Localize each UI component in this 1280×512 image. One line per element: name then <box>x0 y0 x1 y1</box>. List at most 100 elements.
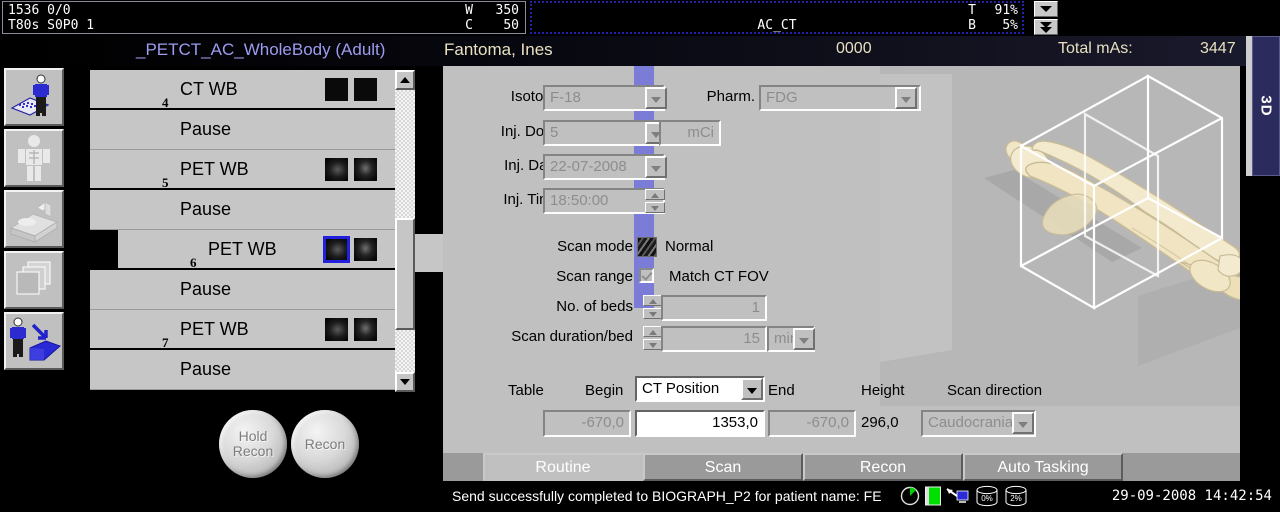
protocol-row[interactable]: Pause <box>90 350 395 390</box>
tab-3d-label: 3D <box>1257 95 1275 117</box>
scanner-console: 1536 0/0 T80s S0P0 1 W 350 C 50 AC_CT T … <box>0 0 1280 512</box>
protocol-row[interactable]: 4 CT WB <box>90 70 395 110</box>
patient-position-3d-view[interactable] <box>880 66 1240 406</box>
protocol-thumbnail[interactable] <box>325 318 348 341</box>
disk-usage-text: 0% <box>981 494 993 503</box>
protocol-list: 4 CT WB Pause 5 PET WB Pause 6 PET WB Pause 7 PET … <box>90 70 415 392</box>
dicom-line-1: 1536 0/0 <box>8 3 71 18</box>
header-scroll-down-button[interactable] <box>1034 1 1058 17</box>
network-host-icon[interactable] <box>946 486 970 506</box>
position-value-field[interactable]: 1353,0 <box>635 410 765 437</box>
scan-duration-field[interactable]: 15 <box>661 326 767 352</box>
sidebar-item-viewing[interactable] <box>4 251 64 309</box>
inj-time-spinner[interactable] <box>645 189 665 213</box>
spinner-up-icon[interactable] <box>643 326 663 337</box>
image-header-strip: 1536 0/0 T80s S0P0 1 W 350 C 50 AC_CT T … <box>0 0 1280 36</box>
patient-name: Fantoma, Ines <box>444 40 553 59</box>
recon-label: Recon <box>304 435 346 452</box>
isotope-dropdown-button[interactable] <box>645 87 667 109</box>
statusbar: Send successfully completed to BIOGRAPH_… <box>0 482 1280 512</box>
chevron-down-icon <box>651 166 661 172</box>
protocol-thumbnail[interactable] <box>325 78 348 101</box>
disk-usage-icon[interactable]: 0% <box>975 485 999 507</box>
spinner-down-icon[interactable] <box>643 339 663 350</box>
memory-bar-icon[interactable] <box>925 486 941 506</box>
header-scroll-end-button[interactable] <box>1034 19 1058 35</box>
protocol-row[interactable]: 5 PET WB <box>90 150 395 190</box>
protocol-row[interactable]: 7 PET WB <box>90 310 395 350</box>
recon-button[interactable]: Recon <box>291 410 359 478</box>
tab-recon[interactable]: Recon <box>803 453 963 481</box>
protocol-row[interactable]: Pause <box>90 270 395 310</box>
protocol-row-label: Pause <box>180 199 232 219</box>
patient-registration-icon <box>10 74 50 116</box>
begin-mode-dropdown-button[interactable] <box>741 378 763 400</box>
spinner-down-icon[interactable] <box>645 202 665 213</box>
bottom-value: 5% <box>1002 18 1018 33</box>
scan-duration-spinner[interactable] <box>643 326 663 350</box>
list-scroll-down-button[interactable] <box>395 372 415 392</box>
tab-3d[interactable]: 3D <box>1252 36 1280 176</box>
protocol-thumbnail[interactable] <box>354 318 377 341</box>
disk-usage-2-text: 2% <box>1010 494 1022 503</box>
ac-ct-series-pane[interactable]: AC_CT T 91% B 5% <box>530 1 1024 34</box>
protocol-row-thumbnails <box>325 318 377 341</box>
protocol-thumbnail[interactable] <box>325 158 348 181</box>
protocol-row-number: 6 <box>190 255 197 270</box>
chevron-down-icon <box>1040 6 1052 12</box>
no-of-beds-spinner[interactable] <box>643 295 663 319</box>
list-scroll-up-button[interactable] <box>395 70 415 90</box>
height-label: Height <box>861 382 905 399</box>
list-scroll-track[interactable] <box>395 90 415 372</box>
sidebar-item-examination[interactable] <box>4 129 64 187</box>
protocol-thumbnail[interactable] <box>354 78 377 101</box>
status-icons: 0% 2% <box>900 485 1028 507</box>
sidebar-item-patient-positioning[interactable] <box>4 190 64 248</box>
spinner-up-icon[interactable] <box>643 295 663 306</box>
protocol-thumbnail[interactable] <box>354 238 377 261</box>
match-ct-fov-checkbox[interactable] <box>639 268 654 283</box>
protocol-list-scrollbar[interactable] <box>395 70 415 392</box>
protocol-row[interactable]: Pause <box>90 190 395 230</box>
protocol-row[interactable]: Pause <box>90 110 395 150</box>
protocol-row-selected[interactable]: 6 PET WB <box>118 230 395 270</box>
total-mas-label: Total mAs: <box>1058 40 1133 57</box>
no-of-beds-field[interactable]: 1 <box>661 295 767 321</box>
disk-usage-2-icon[interactable]: 2% <box>1004 485 1028 507</box>
triangle-down-icon <box>400 379 410 385</box>
protocol-row-thumbnails <box>325 158 377 181</box>
scan-range-value: Match CT FOV <box>669 268 769 285</box>
protocol-row-label: PET WB <box>180 319 249 339</box>
scan-mode-swatch[interactable] <box>637 237 657 257</box>
chevron-down-icon <box>1018 422 1028 428</box>
header-scroll-buttons <box>1034 1 1058 35</box>
protocol-thumbnail[interactable] <box>354 158 377 181</box>
scan-range-label: Scan range <box>556 268 633 285</box>
scan-duration-label: Scan duration/bed <box>511 328 633 345</box>
begin-value-field[interactable]: -670,0 <box>543 410 631 437</box>
tab-routine[interactable]: Routine <box>483 453 643 481</box>
hold-recon-button[interactable]: Hold Recon <box>219 410 287 478</box>
sidebar-item-patient-browser[interactable] <box>4 312 64 370</box>
protocol-thumbnail[interactable] <box>323 236 350 263</box>
sidebar-item-patient-registration[interactable] <box>4 68 64 126</box>
hold-recon-label-line1: Hold <box>238 428 268 444</box>
scan-direction-dropdown-button[interactable] <box>1012 412 1034 434</box>
end-value-field[interactable]: -670,0 <box>768 410 856 437</box>
scan-duration-unit-dropdown[interactable] <box>793 328 815 350</box>
patient-body-icon <box>18 135 50 181</box>
titlebar: _PETCT_AC_WholeBody (Adult) Fantoma, Ine… <box>0 36 1280 66</box>
spinner-down-icon[interactable] <box>643 308 663 319</box>
tab-scan[interactable]: Scan <box>643 453 803 481</box>
begin-label: Begin <box>585 382 624 399</box>
pie-progress-icon[interactable] <box>900 486 920 506</box>
status-datetime: 29-09-2008 14:42:54 <box>1111 488 1272 504</box>
list-scroll-thumb[interactable] <box>395 218 415 330</box>
patient-couch-icon <box>9 201 59 243</box>
protocol-list-body[interactable]: 4 CT WB Pause 5 PET WB Pause 6 PET WB Pause 7 PET … <box>90 70 395 392</box>
spinner-up-icon[interactable] <box>645 189 665 200</box>
pharm-dropdown-button[interactable] <box>895 87 917 109</box>
list-side-filler <box>415 234 443 272</box>
inj-date-dropdown-button[interactable] <box>645 156 667 178</box>
tab-auto-tasking[interactable]: Auto Tasking <box>963 453 1123 481</box>
